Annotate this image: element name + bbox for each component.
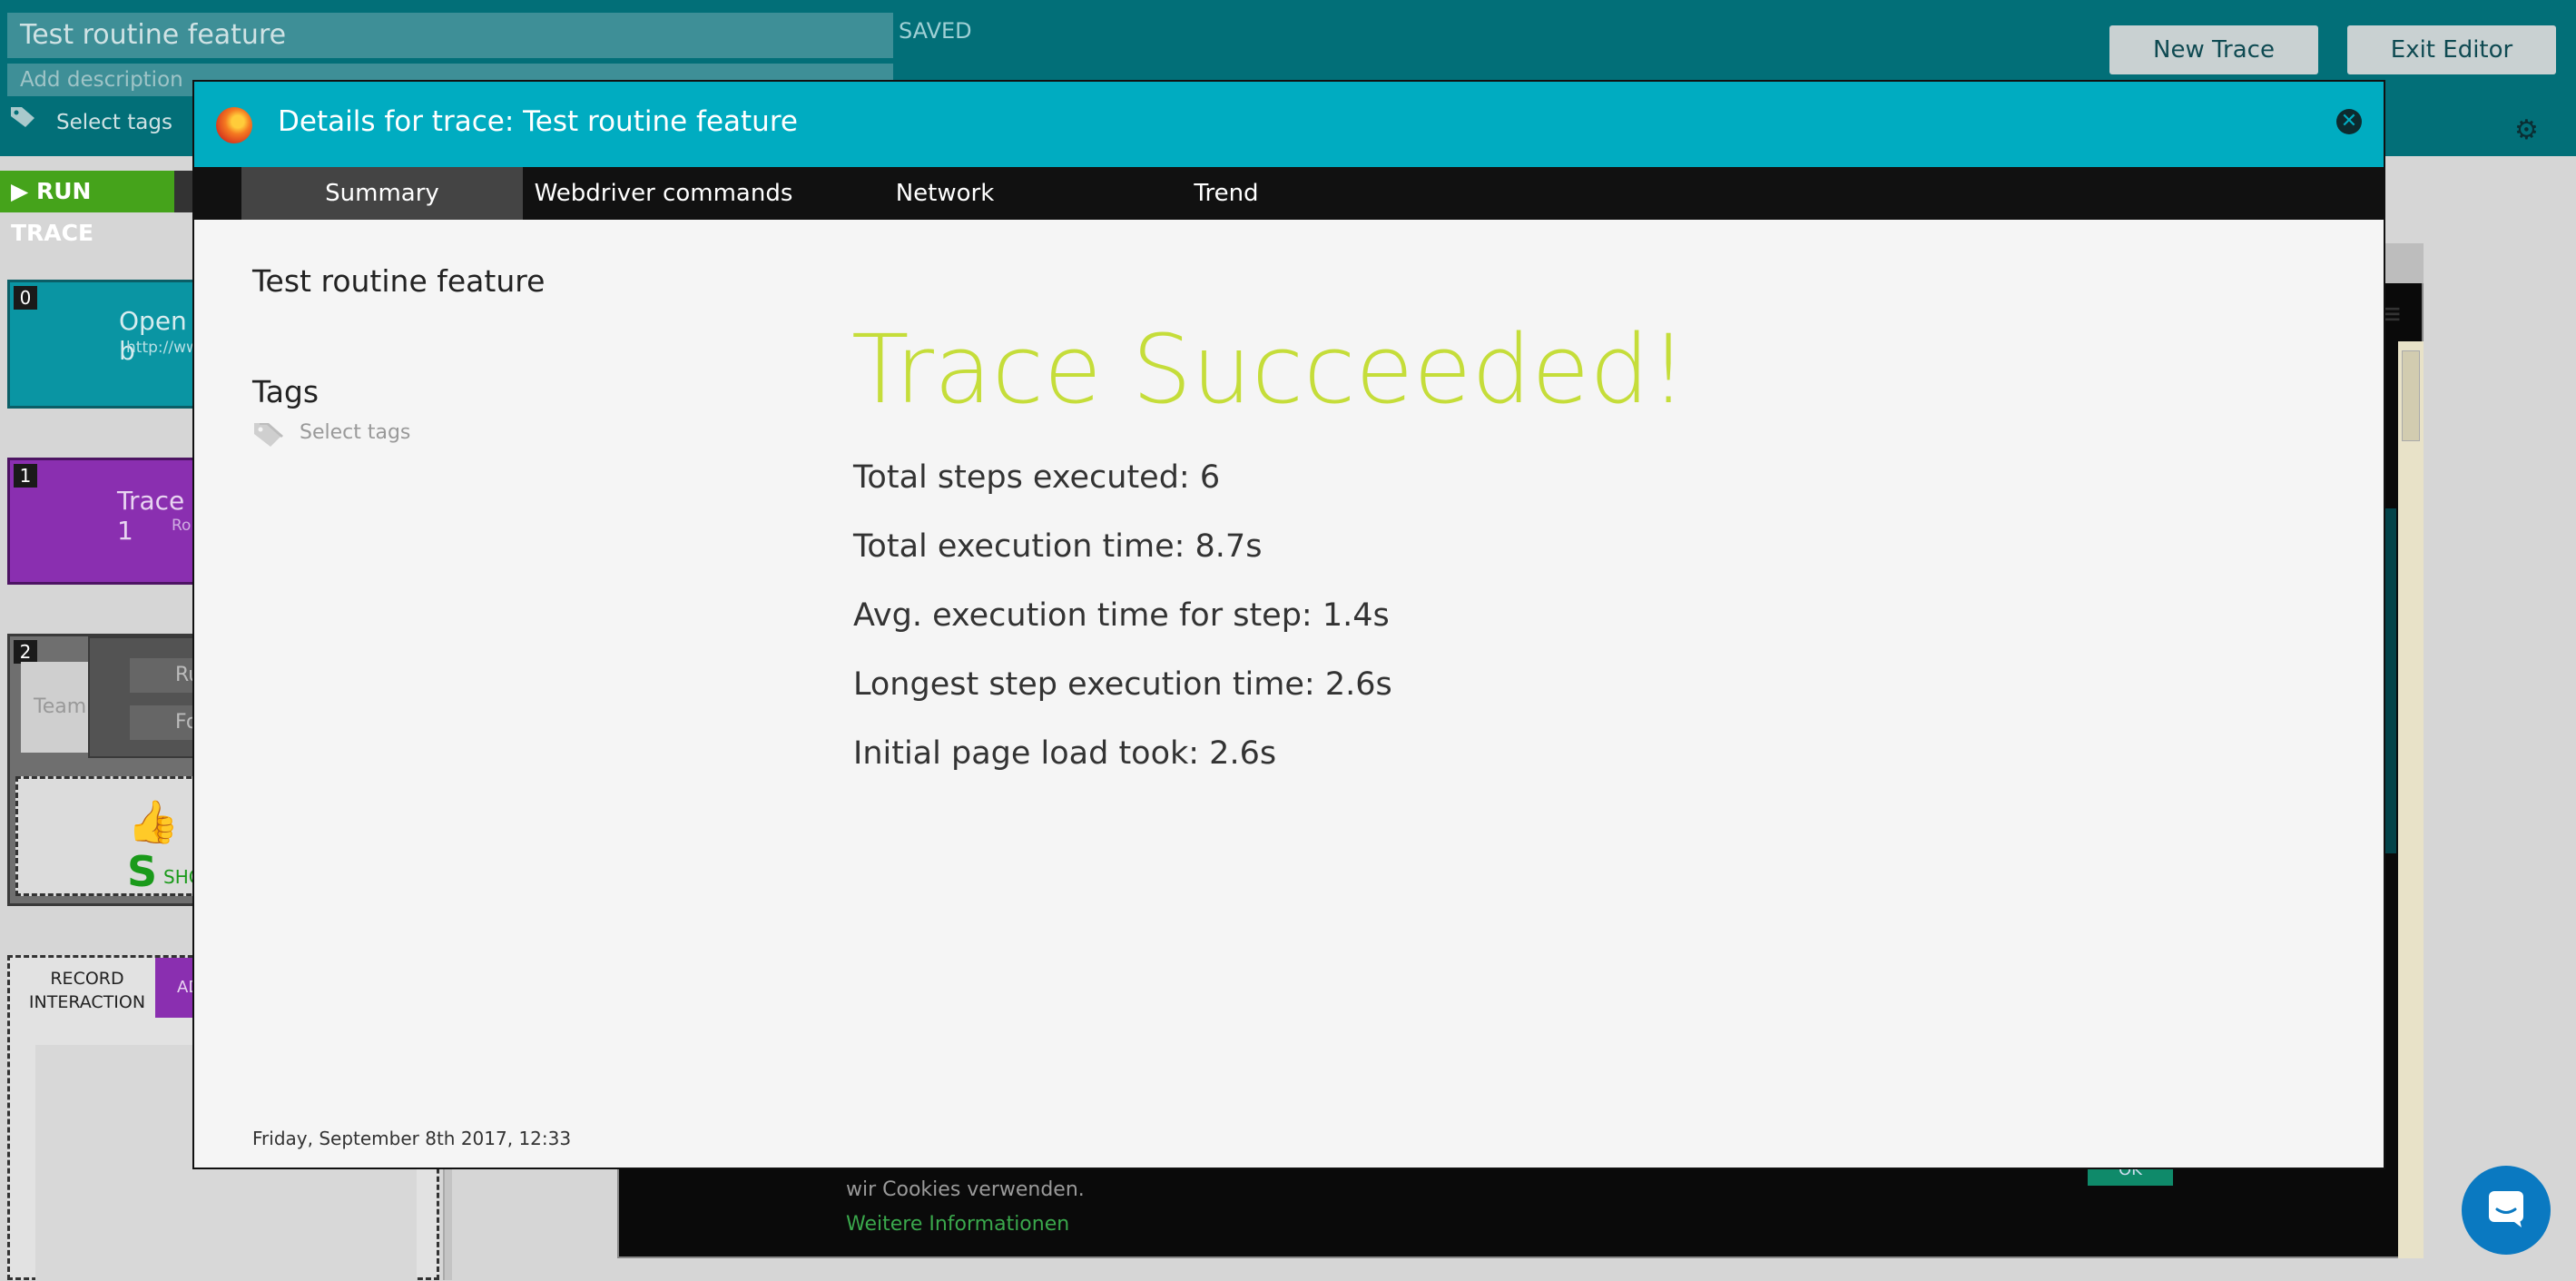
tab-summary[interactable]: Summary xyxy=(241,167,523,220)
cookie-notice-text: wir Cookies verwenden. xyxy=(846,1178,1085,1201)
tag-icon xyxy=(9,105,38,134)
metric-initial-load: Initial page load took: 2.6s xyxy=(853,735,1277,772)
close-icon[interactable]: ✕ xyxy=(2336,109,2362,134)
metric-avg-step-time: Avg. execution time for step: 1.4s xyxy=(853,597,1390,634)
metric-total-time: Total execution time: 8.7s xyxy=(853,528,1263,565)
step-number: 0 xyxy=(14,286,37,310)
step-card-2[interactable]: 2 Team Ru Fo 👍S SHO xyxy=(7,634,211,906)
tab-trend[interactable]: Trend xyxy=(1086,167,1367,220)
chat-button[interactable] xyxy=(2462,1166,2551,1255)
firefox-icon xyxy=(216,107,252,143)
metric-longest-step: Longest step execution time: 2.6s xyxy=(853,666,1392,703)
scrollbar-thumb[interactable] xyxy=(2402,350,2420,441)
step-options-box: Ru Fo xyxy=(88,636,211,758)
step-title: Trace 1 xyxy=(117,486,185,546)
modal-tabs: Summary Webdriver commands Network Trend xyxy=(194,167,2384,220)
modal-title: Details for trace: Test routine feature xyxy=(278,105,798,138)
run-trace-button[interactable]: ▶ RUN TRACE xyxy=(0,171,174,246)
step-title: Open b xyxy=(119,306,187,366)
tags-heading: Tags xyxy=(252,374,320,409)
step-field[interactable]: Team xyxy=(21,662,93,753)
preview-scrollbar[interactable] xyxy=(2398,341,2424,1258)
select-tags-input[interactable]: Select tags xyxy=(300,421,410,444)
run-timestamp: Friday, September 8th 2017, 12:33 xyxy=(252,1128,572,1149)
result-heading: Trace Succeeded! xyxy=(851,314,1687,425)
exit-editor-button[interactable]: Exit Editor xyxy=(2347,25,2556,74)
step-number: 1 xyxy=(14,464,37,488)
modal-header: Details for trace: Test routine feature … xyxy=(194,82,2384,167)
trace-title-input[interactable]: Test routine feature xyxy=(7,13,893,58)
record-interaction-button[interactable]: RECORD INTERACTION xyxy=(19,967,155,1014)
metric-total-steps: Total steps executed: 6 xyxy=(853,459,1221,496)
chat-icon xyxy=(2483,1186,2529,1235)
tag-selector[interactable]: Select tags xyxy=(9,105,172,134)
trace-name: Test routine feature xyxy=(252,263,546,299)
cookie-more-info-link[interactable]: Weitere Informationen xyxy=(846,1213,1069,1236)
tab-webdriver-commands[interactable]: Webdriver commands xyxy=(523,167,804,220)
saved-status: SAVED xyxy=(899,18,972,44)
gear-icon[interactable]: ⚙ xyxy=(2514,114,2539,146)
new-trace-button[interactable]: New Trace xyxy=(2109,25,2318,74)
trace-details-modal: Details for trace: Test routine feature … xyxy=(192,80,2385,1169)
step-result-area: 👍S SHO xyxy=(15,776,208,896)
step-subtitle: Ro xyxy=(172,517,192,535)
play-icon: ▶ xyxy=(11,178,29,204)
step-card-1[interactable]: 1 Trace 1 Ro xyxy=(7,458,207,585)
step-card-0[interactable]: 0 Open b http://ww xyxy=(7,280,207,409)
tag-icon xyxy=(252,421,285,455)
step-url: http://ww xyxy=(126,339,199,357)
panel-resize-handle[interactable] xyxy=(443,1162,452,1280)
step-number: 2 xyxy=(14,640,37,664)
select-tags-label: Select tags xyxy=(56,111,172,134)
tab-network[interactable]: Network xyxy=(804,167,1086,220)
